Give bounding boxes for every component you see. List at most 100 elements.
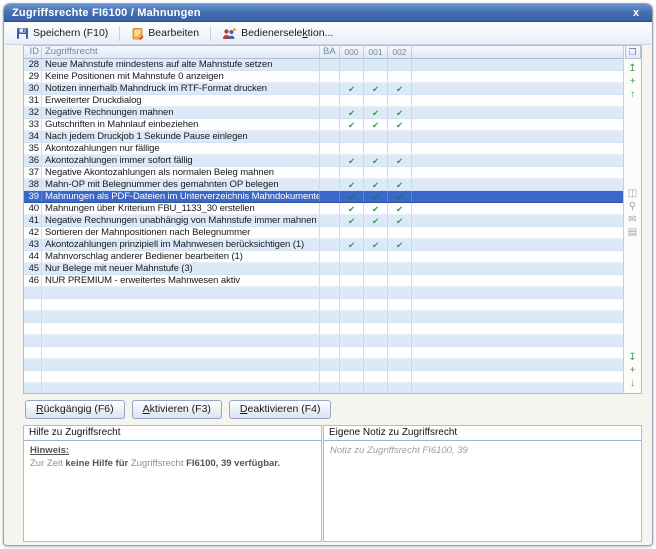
cell-filler <box>412 107 623 118</box>
table-row-empty[interactable] <box>24 323 623 335</box>
column-header-001[interactable]: 001 <box>364 46 388 58</box>
cell-empty <box>340 251 364 262</box>
table-row[interactable]: 30Notizen innerhalb Mahndruck im RTF-For… <box>24 83 623 95</box>
cell-empty <box>364 275 388 286</box>
table-row[interactable]: 35Akontozahlungen nur fällige <box>24 143 623 155</box>
cell-empty <box>364 323 388 334</box>
columns-icon[interactable]: ◫ <box>626 187 640 200</box>
row-text: NUR PREMIUM - erweitertes Mahnwesen akti… <box>42 275 320 286</box>
cell-empty <box>42 383 320 393</box>
row-text: Notizen innerhalb Mahndruck im RTF-Forma… <box>42 83 320 94</box>
check-icon: ✔ <box>388 83 412 94</box>
table-row[interactable]: 44Mahnvorschlag anderer Bediener bearbei… <box>24 251 623 263</box>
action-button-row: Rückgängig (F6) Aktivieren (F3) Deaktivi… <box>25 400 331 419</box>
check-icon: ✔ <box>364 191 388 202</box>
table-row[interactable]: 33Gutschriften in Mahnlauf einbeziehen✔✔… <box>24 119 623 131</box>
column-header-zugriffsrecht[interactable]: Zugriffsrecht <box>42 46 320 58</box>
check-icon: ✔ <box>364 203 388 214</box>
note-text[interactable]: Notiz zu Zugriffsrecht FI6100, 39 <box>330 445 468 456</box>
move-up-icon[interactable]: ↑ <box>626 88 640 101</box>
copy-grid-icon[interactable]: ❐ <box>625 46 641 59</box>
cell-empty <box>364 287 388 298</box>
table-row[interactable]: 36Akontozahlungen immer sofort fällig✔✔✔ <box>24 155 623 167</box>
table-row[interactable]: 37Negative Akontozahlungen als normalen … <box>24 167 623 179</box>
table-row[interactable]: 43Akontozahlungen prinzipiell im Mahnwes… <box>24 239 623 251</box>
help-panel: Hilfe zu Zugriffsrecht Hinweis: Zur Zeit… <box>23 425 322 542</box>
table-row[interactable]: 42Sortieren der Mahnpositionen nach Bele… <box>24 227 623 239</box>
row-text: Neue Mahnstufe mindestens auf alte Mahns… <box>42 59 320 70</box>
table-row-empty[interactable] <box>24 383 623 393</box>
row-text: Mahnungen über Kriterium FBU_1133_30 ers… <box>42 203 320 214</box>
cell-ba <box>320 239 340 250</box>
cell-filler <box>412 263 623 274</box>
table-row-empty[interactable] <box>24 371 623 383</box>
edit-button-label: Bearbeiten <box>148 27 199 39</box>
table-row-empty[interactable] <box>24 347 623 359</box>
table-row[interactable]: 31Erweiterter Druckdialog <box>24 95 623 107</box>
table-row[interactable]: 29Keine Positionen mit Mahnstufe 0 anzei… <box>24 71 623 83</box>
table-row-empty[interactable] <box>24 287 623 299</box>
table-row[interactable]: 45Nur Belege mit neuer Mahnstufe (3) <box>24 263 623 275</box>
activate-button[interactable]: Aktivieren (F3) <box>132 400 222 419</box>
add-row-end-icon[interactable]: + <box>626 364 640 377</box>
check-icon: ✔ <box>388 239 412 250</box>
deactivate-button[interactable]: Deaktivieren (F4) <box>229 400 332 419</box>
table-row-empty[interactable] <box>24 359 623 371</box>
list-icon[interactable]: ▤ <box>626 226 640 239</box>
cell-filler <box>412 83 623 94</box>
cell-empty <box>42 359 320 370</box>
operator-selection-button[interactable]: Bedienerselektion... <box>215 24 340 43</box>
cell-empty <box>340 359 364 370</box>
table-row[interactable]: 40Mahnungen über Kriterium FBU_1133_30 e… <box>24 203 623 215</box>
table-row[interactable]: 38Mahn-OP mit Belegnummer des gemahnten … <box>24 179 623 191</box>
row-text: Erweiterter Druckdialog <box>42 95 320 106</box>
column-header-ba[interactable]: BA <box>320 46 340 58</box>
edit-icon <box>131 27 144 40</box>
check-icon: ✔ <box>340 179 364 190</box>
cell-empty <box>412 335 623 346</box>
cell-empty <box>364 167 388 178</box>
close-icon[interactable]: x <box>628 7 644 19</box>
table-row[interactable]: 46NUR PREMIUM - erweitertes Mahnwesen ak… <box>24 275 623 287</box>
cell-empty <box>340 311 364 322</box>
table-row-empty[interactable] <box>24 335 623 347</box>
check-icon: ✔ <box>340 155 364 166</box>
table-row[interactable]: 34Nach jedem Druckjob 1 Sekunde Pause ei… <box>24 131 623 143</box>
cell-empty <box>340 323 364 334</box>
add-row-icon[interactable]: + <box>626 75 640 88</box>
table-row[interactable]: 32Negative Rechnungen mahnen✔✔✔ <box>24 107 623 119</box>
column-header-id[interactable]: ID <box>24 46 42 58</box>
move-down-icon[interactable]: ↓ <box>626 377 640 390</box>
table-row[interactable]: 28Neue Mahnstufe mindestens auf alte Mah… <box>24 59 623 71</box>
cell-filler <box>412 251 623 262</box>
undo-button[interactable]: Rückgängig (F6) <box>25 400 125 419</box>
cell-empty <box>412 311 623 322</box>
cell-ba <box>320 131 340 142</box>
table-row-empty[interactable] <box>24 311 623 323</box>
jump-first-icon[interactable]: ↥ <box>626 62 640 75</box>
cell-empty <box>388 71 412 82</box>
title-bar[interactable]: Zugriffsrechte FI6100 / Mahnungen x <box>4 4 652 22</box>
table-row-empty[interactable] <box>24 299 623 311</box>
jump-last-icon[interactable]: ↧ <box>626 351 640 364</box>
cell-empty <box>388 167 412 178</box>
cell-empty <box>388 335 412 346</box>
cell-empty <box>412 299 623 310</box>
search-icon[interactable]: ⚲ <box>626 200 640 213</box>
column-header-002[interactable]: 002 <box>388 46 412 58</box>
row-id: 44 <box>24 251 42 262</box>
table-row[interactable]: 41Negative Rechnungen unabhängig von Mah… <box>24 215 623 227</box>
save-button[interactable]: Speichern (F10) <box>9 24 115 43</box>
cell-empty <box>24 359 42 370</box>
table-row[interactable]: 39Mahnungen als PDF-Dateien im Unterverz… <box>24 191 623 203</box>
mail-icon[interactable]: ✉ <box>626 213 640 226</box>
note-panel-content[interactable]: Notiz zu Zugriffsrecht FI6100, 39 <box>324 441 641 460</box>
cell-empty <box>24 383 42 393</box>
column-header-000[interactable]: 000 <box>340 46 364 58</box>
cell-empty <box>388 383 412 393</box>
row-text: Keine Positionen mit Mahnstufe 0 anzeige… <box>42 71 320 82</box>
edit-button[interactable]: Bearbeiten <box>124 24 206 43</box>
cell-empty <box>388 251 412 262</box>
cell-empty <box>24 287 42 298</box>
cell-empty <box>364 347 388 358</box>
